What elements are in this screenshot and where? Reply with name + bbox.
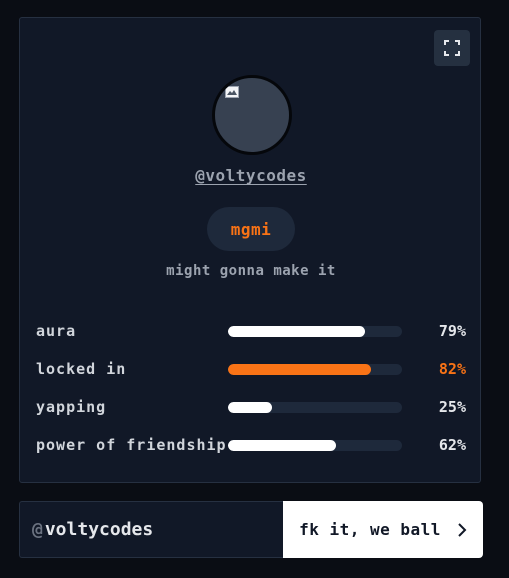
stat-row-locked-in: locked in 82% [36,358,466,380]
handle-input[interactable] [44,519,265,540]
stat-row-yapping: yapping 25% [36,396,466,418]
at-prefix: @ [32,519,43,540]
submit-button-label: fk it, we ball [299,520,441,539]
stat-row-power-of-friendship: power of friendship 62% [36,434,466,456]
badge-description: might gonna make it [166,263,336,279]
stat-value: 79% [438,322,466,340]
stat-progress-bar [228,326,402,337]
stat-value: 25% [438,398,466,416]
fullscreen-button[interactable] [434,30,470,66]
profile-card: @voltycodes mgmi might gonna make it aur… [19,17,481,483]
stat-value: 62% [438,436,466,454]
stat-progress-fill [228,326,366,337]
stat-progress-fill [228,364,371,375]
stat-row-aura: aura 79% [36,320,466,342]
stat-label: power of friendship [36,436,227,454]
handle-field[interactable]: @ [19,501,283,558]
stat-progress-fill [228,402,272,413]
avatar [212,75,292,155]
stat-progress-bar [228,402,402,413]
fullscreen-icon [444,40,460,56]
chevron-right-icon [458,522,467,537]
stat-progress-bar [228,364,402,375]
broken-image-icon [225,86,239,98]
status-badge: mgmi [207,207,295,251]
submit-button[interactable]: fk it, we ball [283,501,483,558]
stat-value: 82% [438,360,466,378]
stat-label: yapping [36,398,107,416]
stat-label: aura [36,322,77,340]
profile-username-link[interactable]: @voltycodes [20,166,482,185]
stat-label: locked in [36,360,127,378]
handle-form: @ fk it, we ball [19,501,483,558]
stat-progress-fill [228,440,336,451]
stat-progress-bar [228,440,402,451]
